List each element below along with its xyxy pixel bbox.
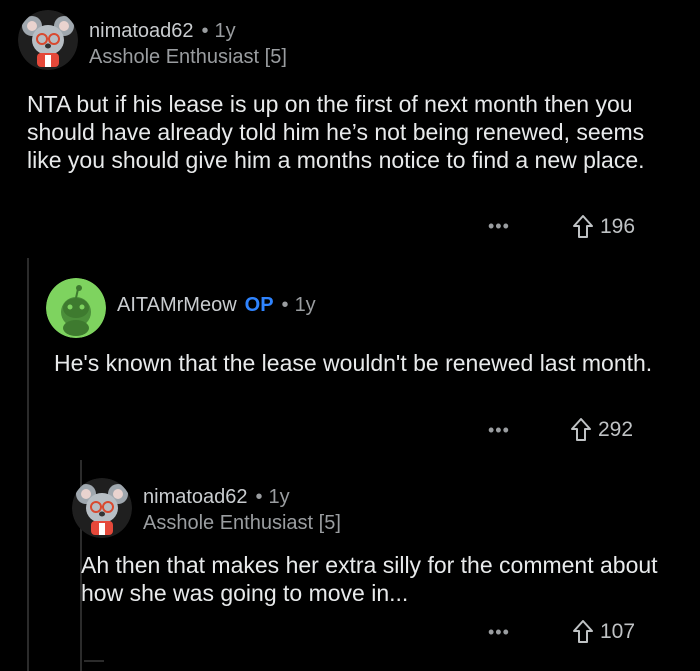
user-flair: Asshole Enthusiast [5] [143,512,341,534]
username[interactable]: nimatoad62 [143,486,248,508]
more-options-icon[interactable]: ••• [488,622,510,643]
upvote-arrow-icon[interactable] [572,619,594,645]
comment-age: 1y [268,486,290,508]
comment-body: Ah then that makes her extra silly for t… [81,552,658,606]
separator-dot: • [255,486,263,508]
upvote-count: 107 [600,620,636,643]
comment-author[interactable]: nimatoad62 • 1y [143,486,290,509]
koala-avatar-icon[interactable] [72,478,132,538]
comment-3: nimatoad62 • 1y Asshole Enthusiast [5] Ah … [0,0,700,671]
upvote-control: 107 [572,619,635,645]
